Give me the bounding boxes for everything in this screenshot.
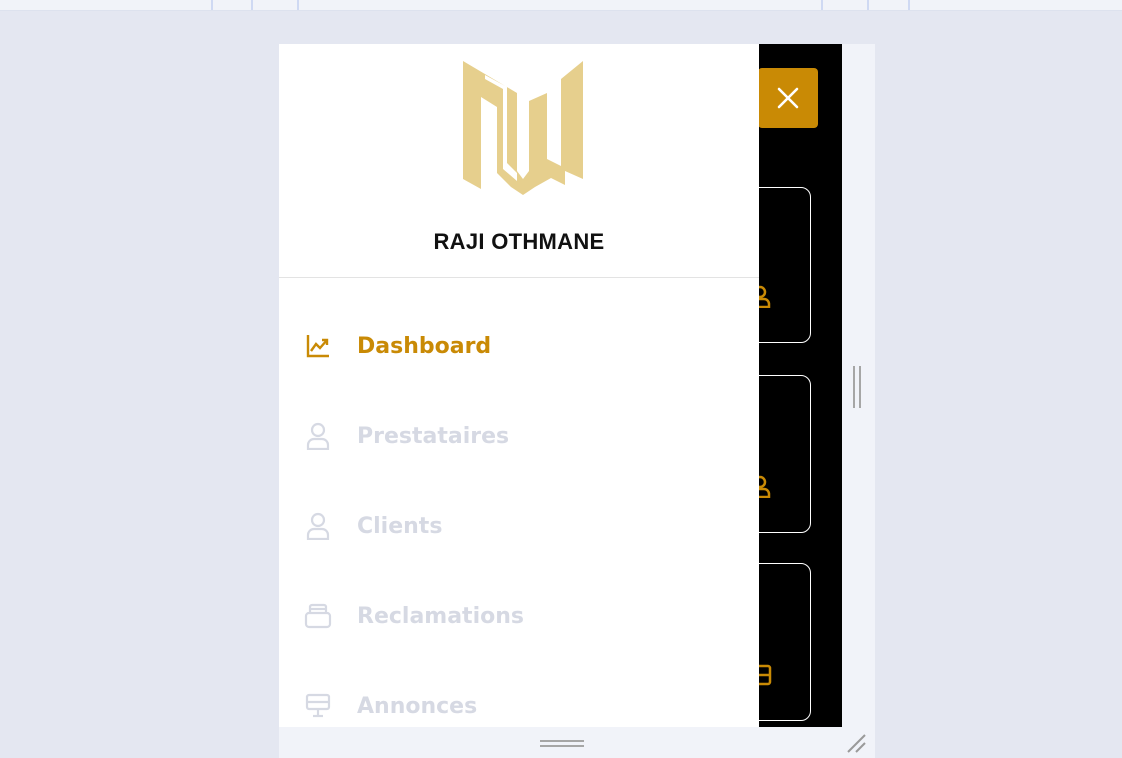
ruler-tick bbox=[821, 0, 823, 10]
menu-item-label: Reclamations bbox=[357, 603, 524, 629]
ruler-tick bbox=[908, 0, 910, 10]
monitor-icon bbox=[304, 692, 332, 720]
emulated-device-frame: RAJI OTHMANE Dashboard Prestataires Clie… bbox=[279, 44, 875, 758]
user-name: RAJI OTHMANE bbox=[433, 229, 605, 254]
chart-line-icon bbox=[304, 332, 332, 360]
menu-item-dashboard[interactable]: Dashboard bbox=[279, 316, 759, 376]
ruler-tick bbox=[251, 0, 253, 10]
drawer-header: RAJI OTHMANE bbox=[279, 44, 759, 278]
menu-item-label: Prestataires bbox=[357, 423, 510, 449]
menu-item-annonces[interactable]: Annonces bbox=[279, 676, 759, 727]
ruler-tick bbox=[211, 0, 213, 10]
menu-item-reclamations[interactable]: Reclamations bbox=[279, 586, 759, 646]
menu-item-label: Annonces bbox=[357, 693, 478, 719]
ruler-tick bbox=[297, 0, 299, 10]
user-icon bbox=[304, 422, 332, 450]
monogram-m-logo bbox=[463, 61, 583, 195]
navigation-drawer: RAJI OTHMANE Dashboard Prestataires Clie… bbox=[279, 44, 759, 727]
close-drawer-button[interactable] bbox=[758, 68, 818, 128]
menu-item-prestataires[interactable]: Prestataires bbox=[279, 406, 759, 466]
viewport-height-handle[interactable] bbox=[540, 740, 584, 748]
emulator-ruler bbox=[0, 0, 1122, 11]
user-icon bbox=[304, 512, 332, 540]
close-icon bbox=[777, 87, 799, 109]
menu-item-clients[interactable]: Clients bbox=[279, 496, 759, 556]
inbox-icon bbox=[304, 602, 332, 630]
ruler-tick bbox=[867, 0, 869, 10]
menu-item-label: Dashboard bbox=[357, 333, 492, 359]
menu-item-label: Clients bbox=[357, 513, 443, 539]
viewport-width-handle[interactable] bbox=[853, 366, 863, 408]
resize-grip-icon[interactable] bbox=[845, 732, 867, 754]
device-viewport: RAJI OTHMANE Dashboard Prestataires Clie… bbox=[279, 44, 842, 727]
